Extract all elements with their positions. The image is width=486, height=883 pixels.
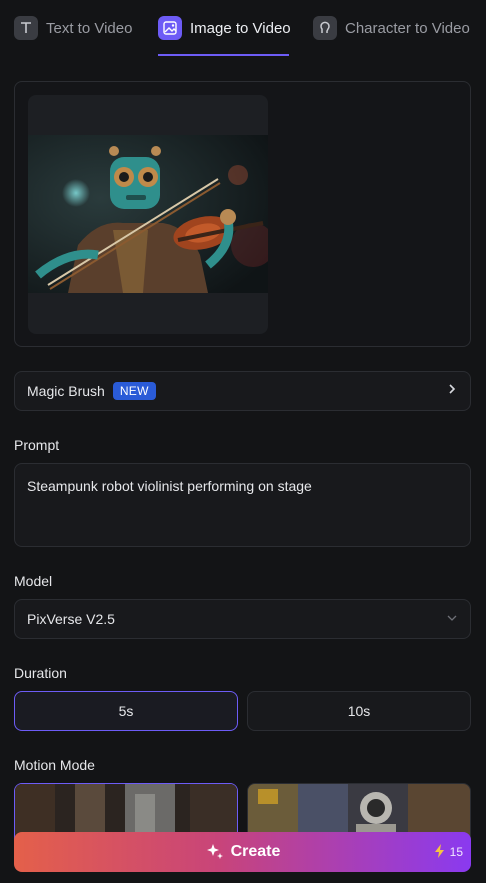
tab-bar: Text to Video Image to Video Character t… [0, 0, 486, 56]
image-icon [158, 16, 182, 40]
new-badge: NEW [112, 382, 156, 400]
tab-character-to-video[interactable]: Character to Video [313, 14, 470, 42]
active-tab-indicator [158, 54, 289, 56]
chevron-down-icon [446, 611, 458, 627]
tab-label: Character to Video [345, 19, 470, 37]
credits-indicator: 15 [434, 832, 463, 872]
tab-label: Image to Video [190, 19, 291, 37]
create-button[interactable]: Create 15 [14, 832, 471, 872]
credits-count: 15 [449, 845, 463, 859]
duration-10s-button[interactable]: 10s [247, 691, 471, 731]
tab-image-to-video[interactable]: Image to Video [158, 14, 291, 42]
tab-text-to-video[interactable]: Text to Video [14, 14, 132, 42]
magic-brush-row[interactable]: Magic Brush NEW [14, 371, 471, 411]
duration-label: Duration [14, 665, 67, 681]
lightning-icon [434, 843, 445, 861]
prompt-input[interactable]: Steampunk robot violinist performing on … [14, 463, 471, 547]
motion-mode-label: Motion Mode [14, 757, 95, 773]
image-upload-area[interactable] [14, 81, 471, 347]
model-selected-value: PixVerse V2.5 [27, 611, 115, 627]
text-icon [14, 16, 38, 40]
tab-label: Text to Video [46, 19, 133, 37]
character-icon [313, 16, 337, 40]
uploaded-image[interactable] [28, 95, 268, 334]
model-label: Model [14, 573, 53, 589]
chevron-right-icon [446, 382, 458, 400]
prompt-label: Prompt [14, 437, 60, 453]
duration-5s-button[interactable]: 5s [14, 691, 238, 731]
create-label: Create [230, 843, 281, 860]
sparkle-icon [205, 842, 225, 862]
model-select[interactable]: PixVerse V2.5 [14, 599, 471, 639]
magic-brush-label: Magic Brush [27, 383, 105, 399]
